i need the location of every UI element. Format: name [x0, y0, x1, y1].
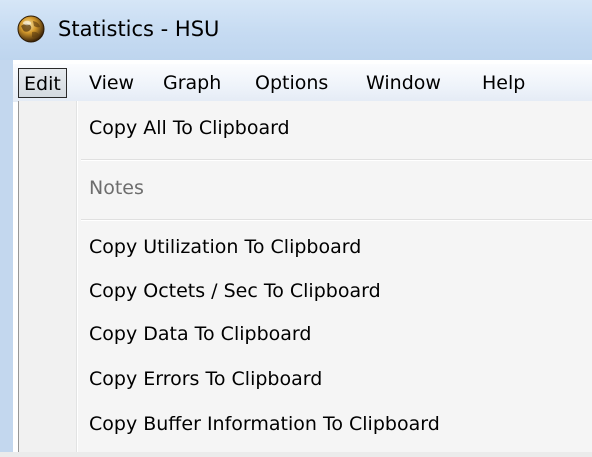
menu-item-copy-octets-sec[interactable]: Copy Octets / Sec To Clipboard	[89, 277, 381, 305]
menu-separator	[81, 159, 592, 161]
menu-bar: Edit View Graph Options Window Help	[13, 64, 592, 102]
menu-item-copy-utilization[interactable]: Copy Utilization To Clipboard	[89, 233, 361, 261]
menu-item-copy-data[interactable]: Copy Data To Clipboard	[89, 320, 311, 348]
menu-help[interactable]: Help	[482, 68, 525, 98]
title-bar[interactable]: Statistics - HSU	[0, 0, 592, 60]
window-bottom-edge	[0, 452, 592, 457]
menu-gutter-divider	[77, 101, 78, 455]
menu-window[interactable]: Window	[366, 68, 441, 98]
menu-view[interactable]: View	[89, 68, 134, 98]
menu-edit[interactable]: Edit	[18, 68, 67, 98]
menu-item-copy-all[interactable]: Copy All To Clipboard	[89, 114, 290, 142]
edit-dropdown-menu: Copy All To Clipboard Notes Copy Utiliza…	[18, 101, 592, 455]
menu-icon-gutter	[19, 101, 77, 455]
statistics-window: Statistics - HSU Edit View Graph Options…	[0, 0, 592, 457]
window-title: Statistics - HSU	[58, 17, 220, 41]
menu-item-copy-buffer-information[interactable]: Copy Buffer Information To Clipboard	[89, 410, 440, 438]
menu-options[interactable]: Options	[255, 68, 328, 98]
globe-icon[interactable]	[16, 14, 46, 44]
window-frame-left	[0, 60, 13, 457]
menu-item-notes: Notes	[89, 177, 144, 199]
menu-item-copy-errors[interactable]: Copy Errors To Clipboard	[89, 365, 322, 393]
menu-separator	[81, 219, 592, 221]
menu-graph[interactable]: Graph	[163, 68, 221, 98]
